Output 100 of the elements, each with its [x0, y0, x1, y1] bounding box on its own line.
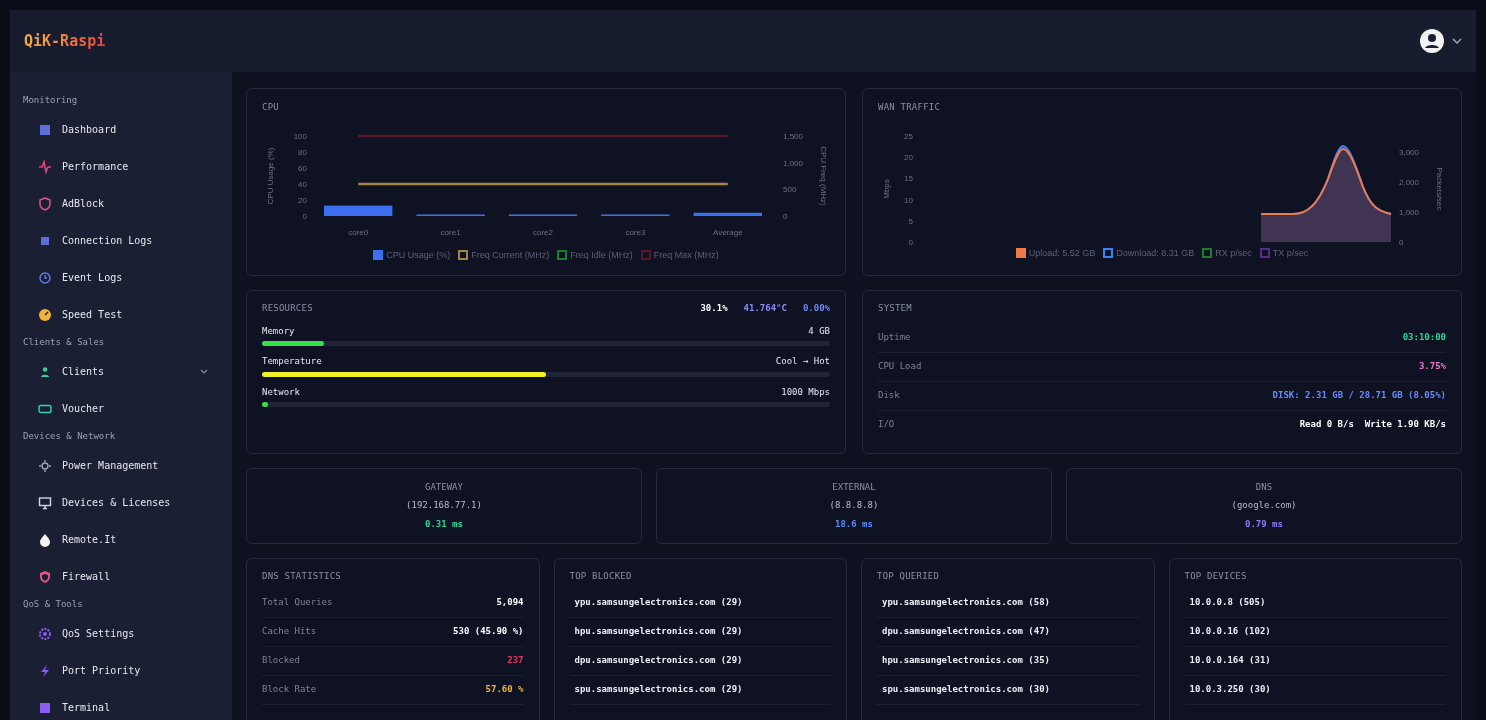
sidebar-item[interactable]: Dashboard [10, 111, 232, 148]
list-entry: ypu.samsungelectronics.com (29) [574, 595, 743, 609]
list-entry: hpu.samsungelectronics.com (35) [882, 653, 1050, 667]
sidebar-item[interactable]: Connection Logs [10, 222, 232, 259]
sidebar-item[interactable]: Port Priority [10, 652, 232, 689]
card-title: CPU [262, 101, 280, 114]
sidebar-item[interactable]: AdBlock [10, 185, 232, 222]
clock-icon [38, 270, 52, 285]
axis-tick-label: 1,500 [783, 131, 804, 141]
section-heading: Monitoring [22, 94, 79, 108]
sidebar-item[interactable]: Performance [10, 148, 232, 185]
ping-title: DNS [1255, 480, 1273, 494]
legend-label: Download: 8.31 GB [1116, 246, 1195, 260]
legend-label: Freq Max (MHz) [653, 248, 719, 262]
legend-label: Upload: 5.52 GB [1028, 246, 1096, 260]
square-icon [38, 700, 52, 715]
list-entry: 10.0.0.16 (102) [1189, 624, 1271, 638]
axis-tick-label: 1,000 [783, 158, 804, 168]
list-entry: 10.0.0.8 (505) [1189, 595, 1266, 609]
ping-value: 0.31 ms [425, 517, 463, 531]
card-title: TOP DEVICES [1184, 570, 1248, 583]
legend-label: RX p/sec [1215, 246, 1252, 260]
ping-target: (192.168.77.1) [406, 499, 482, 513]
stat-label: Blocked [262, 653, 300, 667]
section-heading: Clients & Sales [22, 336, 106, 350]
sidebar-item[interactable]: Speed Test [10, 296, 232, 333]
card-title: DNS STATISTICS [262, 570, 342, 583]
gauge-icon [38, 307, 52, 322]
sidebar-item[interactable]: Devices & Licenses [10, 484, 232, 521]
meter-reading: 1000 Mbps [781, 385, 830, 399]
sidebar-item[interactable]: Clients [10, 353, 232, 390]
row-label: I/O [878, 418, 895, 432]
card-title: WAN TRAFFIC [878, 101, 942, 114]
bar [693, 212, 762, 216]
axis-tick-label: 60 [298, 163, 307, 173]
sidebar-item[interactable]: Firewall [10, 558, 232, 595]
ping-title: EXTERNAL [832, 480, 876, 494]
row-value: 03:10:00 [1402, 330, 1446, 344]
axis-tick-label: 20 [904, 152, 913, 162]
shield-icon [38, 569, 52, 584]
row-value: 3.75% [1418, 359, 1446, 373]
meter-reading: Cool → Hot [775, 355, 830, 368]
axis-tick-label: 15 [904, 173, 913, 183]
card-title: SYSTEM [878, 302, 913, 315]
category-label: core3 [625, 227, 646, 237]
stat-label: Block Rate [262, 682, 317, 696]
stat-value: 5,094 [496, 595, 524, 609]
axis-tick-label: 0 [1399, 237, 1404, 247]
stat-label: Total Queries [262, 595, 333, 609]
sidebar-item[interactable]: Event Logs [10, 259, 232, 296]
section-heading: Devices & Network [22, 430, 117, 444]
card-title: RESOURCES [262, 302, 313, 315]
legend-label: Freq Idle (MHz) [570, 248, 633, 262]
axis-tick-label: 2,000 [1399, 177, 1420, 187]
legend-label: Freq Current (MHz) [471, 248, 550, 262]
axis-tick-label: 0 [302, 211, 307, 221]
axis-tick-label: 5 [908, 216, 913, 226]
axis-tick-label: 40 [298, 179, 307, 189]
axis-tick-label: 1,000 [1399, 207, 1420, 217]
category-label: Average [712, 227, 743, 237]
list-entry: dpu.samsungelectronics.com (47) [882, 624, 1050, 638]
axis-tick-label: 80 [298, 147, 307, 157]
activity-icon [38, 159, 52, 174]
person-icon [38, 364, 52, 379]
gear-icon [38, 458, 52, 473]
sidebar-item[interactable]: Power Management [10, 447, 232, 484]
meter-label: Network [262, 385, 300, 399]
list-entry: 10.0.3.250 (30) [1189, 682, 1271, 696]
axis-tick-label: 0 [783, 211, 788, 221]
sidebar-item[interactable]: QoS Settings [10, 615, 232, 652]
shield-icon [38, 196, 52, 211]
monitor-icon [38, 495, 52, 510]
avatar-icon[interactable] [1420, 29, 1444, 53]
ping-title: GATEWAY [425, 480, 463, 494]
card-title: TOP QUERIED [877, 570, 941, 583]
ping-target: (google.com) [1231, 499, 1297, 513]
list-entry: dpu.samsungelectronics.com (29) [574, 653, 743, 667]
sidebar-item[interactable]: Remote.It [10, 521, 232, 558]
chevron-down-icon[interactable] [1452, 38, 1462, 44]
axis-tick-label: 0 [908, 237, 913, 247]
sidebar-item[interactable]: Voucher [10, 390, 232, 427]
ping-target: (8.8.8.8) [829, 499, 879, 513]
meter-reading: 4 GB [808, 324, 830, 338]
category-label: core1 [440, 227, 461, 237]
ping-value: 18.6 ms [835, 517, 873, 531]
list-entry: spu.samsungelectronics.com (29) [574, 682, 743, 696]
row-label: CPU Load [878, 359, 922, 373]
axis-tick-label: 3,000 [1399, 147, 1420, 157]
axis-title: CPU Usage (%) [266, 147, 275, 204]
ping-value: 0.79 ms [1245, 517, 1283, 531]
sidebar-item[interactable]: Terminal [10, 689, 232, 720]
section-heading: QoS & Tools [22, 598, 84, 612]
row-label: Disk [878, 388, 900, 402]
row-label: Uptime [878, 330, 911, 344]
row-value: Read 0 B/s Write 1.90 KB/s [1299, 418, 1446, 432]
stat-value: 530 (45.90 %) [453, 624, 524, 638]
stat-value: 237 [507, 653, 524, 667]
list-entry: ypu.samsungelectronics.com (58) [882, 595, 1050, 609]
axis-title: Packets/sec [1435, 166, 1444, 211]
list-entry: spu.samsungelectronics.com (30) [882, 682, 1050, 696]
